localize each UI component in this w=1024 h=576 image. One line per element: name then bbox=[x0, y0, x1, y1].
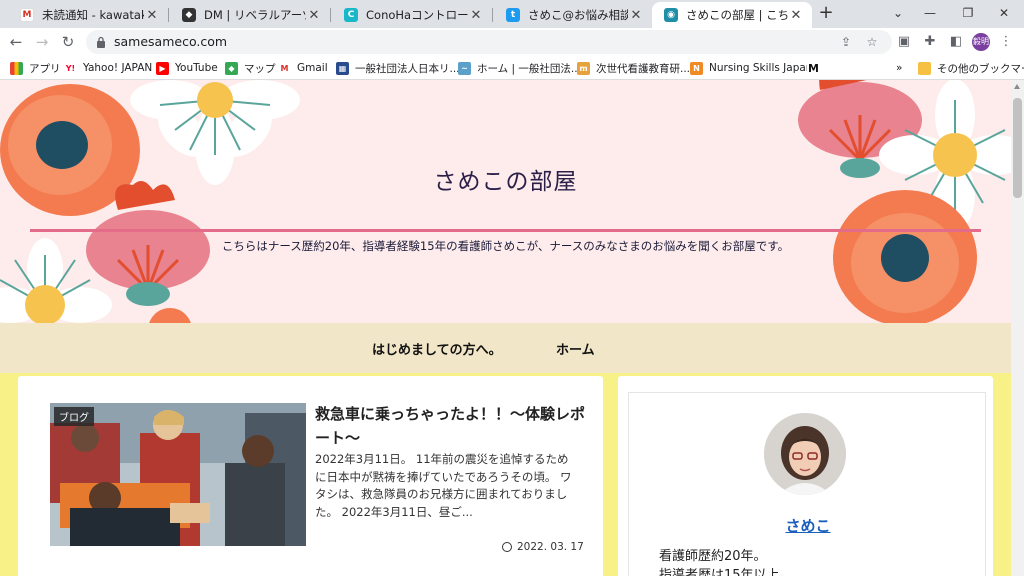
close-tab-icon[interactable]: ✕ bbox=[144, 8, 160, 23]
close-tab-icon[interactable]: ✕ bbox=[306, 8, 322, 23]
twitter-icon: t bbox=[506, 8, 520, 22]
close-tab-icon[interactable]: ✕ bbox=[628, 8, 644, 23]
other-bookmarks[interactable]: その他のブックマーク bbox=[918, 60, 1024, 76]
page-viewport: さめこの部屋 こちらはナース歴約20年、指導者経験15年の看護師さめこが、ナース… bbox=[0, 80, 1011, 576]
bookmark-yahoo[interactable]: Y! Yahoo! JAPAN bbox=[64, 60, 152, 76]
forward-icon[interactable]: → bbox=[32, 32, 52, 52]
site-icon: ◆ bbox=[182, 8, 196, 22]
yahoo-icon: Y! bbox=[64, 61, 77, 75]
minimize-icon[interactable]: — bbox=[920, 4, 940, 24]
sidebar: さめこ 看護師歴約20年。 指導者歴は15年以上。 bbox=[618, 376, 993, 576]
bookmark-star-icon[interactable]: ☆ bbox=[864, 34, 880, 50]
gmail-icon: M bbox=[278, 61, 291, 75]
flower-decoration bbox=[833, 190, 977, 323]
global-nav: はじめましての方へ。 ホーム bbox=[0, 323, 1011, 373]
bookmark-youtube[interactable]: ▶ YouTube bbox=[156, 60, 218, 76]
extensions-puzzle-icon[interactable]: ✚ bbox=[922, 34, 938, 50]
site-icon: ~ bbox=[458, 61, 471, 75]
ns-icon: N bbox=[690, 61, 703, 75]
tab-dm[interactable]: ◆ DM | リベラルアーツシティ ✕ bbox=[170, 2, 330, 28]
bookmark-m[interactable]: M bbox=[807, 60, 826, 76]
tab-twitter[interactable]: t さめこ@お悩み相談室 (@n ✕ bbox=[494, 2, 652, 28]
bookmarks-overflow[interactable]: » bbox=[896, 60, 902, 76]
gmail-icon: M bbox=[20, 8, 34, 22]
tab-conoha[interactable]: C ConoHaコントロールパネル ✕ bbox=[332, 2, 492, 28]
tab-gmail[interactable]: M 未読通知 - kawataka0203 ✕ bbox=[8, 2, 168, 28]
bookmark-maps[interactable]: ◆ マップ bbox=[225, 60, 276, 76]
bookmark-site-2[interactable]: ~ ホーム | 一般社団法... bbox=[458, 60, 581, 76]
site-icon: m bbox=[577, 61, 590, 75]
share-icon[interactable]: ⇪ bbox=[838, 34, 854, 50]
menu-kebab-icon[interactable]: ⋮ bbox=[998, 34, 1014, 50]
profile-description: 看護師歴約20年。 指導者歴は15年以上。 bbox=[659, 549, 793, 576]
nav-item-home[interactable]: ホーム bbox=[556, 339, 595, 358]
apps-grid-icon bbox=[10, 61, 23, 75]
clock-icon bbox=[502, 542, 512, 552]
divider bbox=[30, 229, 981, 232]
lock-icon bbox=[97, 36, 105, 48]
close-tab-icon[interactable]: ✕ bbox=[788, 8, 804, 23]
bookmark-gmail[interactable]: M Gmail bbox=[278, 60, 328, 76]
post-card[interactable]: ブログ 救急車に乗っちゃったよ！！〜体験レポート〜 2022年3月11日。 11… bbox=[18, 376, 603, 576]
tab-strip: M 未読通知 - kawataka0203 ✕ ◆ DM | リベラルアーツシテ… bbox=[0, 0, 1024, 28]
folder-icon bbox=[918, 61, 931, 75]
avatar bbox=[764, 413, 846, 495]
bookmark-site-3[interactable]: m 次世代看護教育研... bbox=[577, 60, 690, 76]
profile-avatar-icon[interactable]: 毅明 bbox=[972, 33, 990, 51]
tab-samesameco[interactable]: ◉ さめこの部屋 | こちらはナース ✕ bbox=[652, 2, 812, 28]
side-panel-icon[interactable]: ◧ bbox=[948, 34, 964, 50]
category-badge[interactable]: ブログ bbox=[54, 407, 94, 426]
extension-icon[interactable]: ▣ bbox=[896, 34, 912, 50]
address-bar[interactable]: samesameco.com ⇪ ☆ bbox=[86, 30, 892, 54]
back-icon[interactable]: ← bbox=[6, 32, 26, 52]
site-title[interactable]: さめこの部屋 bbox=[0, 162, 1011, 196]
site-icon: ◉ bbox=[664, 8, 678, 22]
tab-search-icon[interactable]: ⌄ bbox=[888, 4, 908, 24]
floral-decoration bbox=[0, 80, 1011, 323]
close-tab-icon[interactable]: ✕ bbox=[468, 8, 484, 23]
post-excerpt: 2022年3月11日。 11年前の震災を追悼するために日本中が黙祷を捧げていたで… bbox=[315, 452, 572, 519]
restore-icon[interactable]: ❐ bbox=[958, 4, 978, 24]
nav-item-intro[interactable]: はじめましての方へ。 bbox=[372, 339, 502, 358]
new-tab-button[interactable]: + bbox=[816, 4, 836, 24]
url-text: samesameco.com bbox=[114, 34, 228, 49]
bookmark-site-1[interactable]: ▦ 一般社団法人日本リ... bbox=[336, 60, 460, 76]
site-icon: ▦ bbox=[336, 61, 349, 75]
close-window-icon[interactable]: ✕ bbox=[994, 4, 1014, 24]
post-title[interactable]: 救急車に乗っちゃったよ！！〜体験レポート〜 bbox=[315, 402, 585, 450]
youtube-icon: ▶ bbox=[156, 61, 169, 75]
site-header: さめこの部屋 こちらはナース歴約20年、指導者経験15年の看護師さめこが、ナース… bbox=[0, 80, 1011, 323]
profile-name-link[interactable]: さめこ bbox=[629, 515, 987, 536]
bookmarks-bar: アプリ Y! Yahoo! JAPAN ▶ YouTube ◆ マップ M Gm… bbox=[0, 56, 1024, 80]
m-icon: M bbox=[807, 61, 820, 75]
page-scrollbar[interactable] bbox=[1011, 80, 1024, 576]
profile-widget: さめこ 看護師歴約20年。 指導者歴は15年以上。 bbox=[628, 392, 986, 576]
post-date: 2022. 03. 17 bbox=[502, 541, 584, 553]
bookmark-apps[interactable]: アプリ bbox=[10, 60, 61, 76]
browser-toolbar: ← → ↻ samesameco.com ⇪ ☆ ▣ ✚ ◧ 毅明 ⋮ bbox=[0, 28, 1024, 56]
profile-photo bbox=[764, 413, 846, 495]
reload-icon[interactable]: ↻ bbox=[58, 32, 78, 52]
post-thumbnail[interactable]: ブログ bbox=[50, 403, 306, 546]
maps-icon: ◆ bbox=[225, 61, 238, 75]
conoha-icon: C bbox=[344, 8, 358, 22]
scroll-thumb[interactable] bbox=[1013, 98, 1022, 198]
scroll-up-icon[interactable] bbox=[1014, 84, 1020, 89]
bookmark-nursing-skills[interactable]: N Nursing Skills Japan bbox=[690, 60, 812, 76]
site-tagline: こちらはナース歴約20年、指導者経験15年の看護師さめこが、ナースのみなさまのお… bbox=[221, 239, 790, 253]
